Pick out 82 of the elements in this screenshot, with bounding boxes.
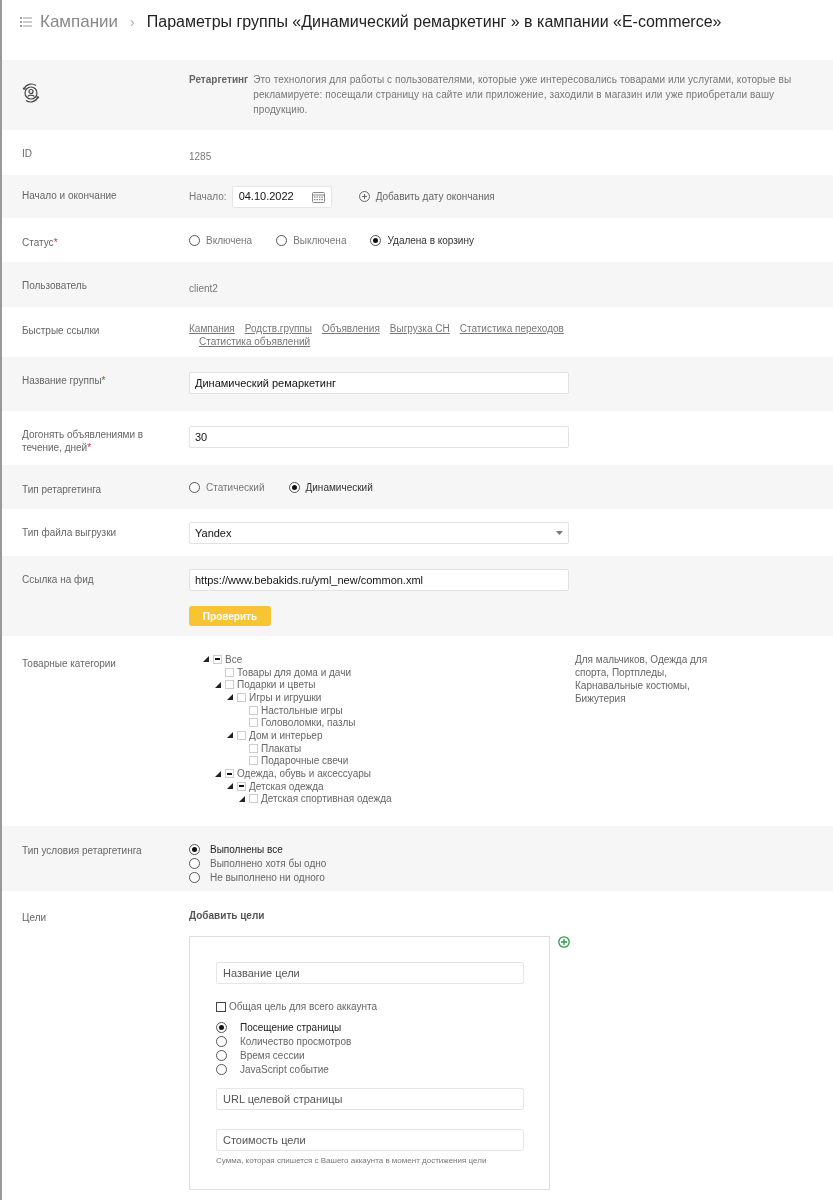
plus-icon — [358, 191, 370, 202]
radio-label[interactable]: Посещение страницы — [240, 1019, 342, 1035]
radio-button[interactable] — [370, 234, 382, 246]
info-text: Это технология для работы с пользователями, которые уже интересовались товарами или услугами, которые вы рекламируете: посещали страницу на сайте или приложение, заходили в магазин или уже приобретали вашу продукцию. — [253, 73, 793, 117]
list-icon — [20, 17, 32, 27]
radio-button[interactable] — [216, 1049, 227, 1061]
checkbox[interactable] — [216, 1001, 226, 1012]
quick-link[interactable]: Кампания — [189, 322, 235, 335]
input-field[interactable]: URL целевой страницы — [216, 1088, 524, 1110]
expander-icon[interactable] — [227, 732, 233, 739]
radio-label[interactable]: Выполнено хотя бы одно — [210, 855, 327, 871]
radio-button[interactable] — [276, 234, 288, 246]
field-label: Тип файла выгрузки — [22, 527, 117, 538]
radio-label[interactable]: Выключена — [293, 232, 347, 248]
input-field[interactable]: Стоимость цели — [216, 1129, 524, 1151]
expander-icon[interactable] — [215, 681, 221, 688]
radio-label[interactable]: Выполнены все — [210, 841, 283, 857]
expander-icon[interactable] — [227, 783, 233, 790]
expander-icon[interactable] — [203, 656, 209, 663]
field-label: Пользователь — [22, 280, 87, 291]
tree-item[interactable]: Настольные игры — [261, 702, 343, 718]
page-title: Параметры группы «Динамический ремаркетинг » в кампании «E-commerce» — [146, 12, 722, 32]
radio-button[interactable] — [189, 234, 200, 246]
file-type-select[interactable]: Yandex — [189, 522, 569, 544]
radio-button[interactable] — [189, 871, 200, 883]
radio-button[interactable] — [216, 1035, 227, 1047]
expander-icon[interactable] — [239, 795, 245, 802]
input-field[interactable]: Название цели — [216, 962, 524, 984]
field-label: Название группы* — [22, 375, 106, 386]
radio-label[interactable]: Статический — [206, 479, 265, 495]
radio-label[interactable]: Динамический — [305, 479, 373, 495]
input-field[interactable]: Динамический ремаркетинг — [189, 372, 569, 394]
field-label: Статус* — [22, 237, 58, 248]
field-label: Тип ретаргетинга — [22, 484, 102, 495]
quick-link[interactable]: Статистика переходов — [459, 322, 564, 335]
dropdown-caret-icon — [556, 531, 563, 535]
field-label: Товарные категории — [22, 658, 116, 669]
field-label: Догонять объявлениями в течение, дней* — [22, 429, 144, 453]
radio-button[interactable] — [189, 481, 200, 493]
calendar-icon — [311, 190, 325, 203]
field-label: Начало и окончание — [22, 190, 117, 201]
radio-button[interactable] — [189, 857, 200, 869]
retargeting-icon — [21, 83, 41, 103]
quick-link[interactable]: Родств.группы — [244, 322, 312, 335]
input-field[interactable]: 30 — [189, 426, 569, 448]
radio-label[interactable]: Время сессии — [240, 1047, 305, 1063]
selected-categories: Для мальчиков, Одежда для спорта, Портпледы, Карнавальные костюмы, Бижутерия — [575, 653, 709, 706]
tree-item[interactable]: Детская спортивная одежда — [261, 791, 392, 807]
field-label: Ссылка на фид — [22, 574, 94, 585]
date-field[interactable]: 04.10.2022 — [231, 185, 332, 208]
radio-label[interactable]: JavaScript событие — [240, 1061, 329, 1077]
radio-button[interactable] — [288, 481, 300, 493]
radio-button[interactable] — [216, 1021, 227, 1033]
breadcrumb-link[interactable]: Кампании — [40, 9, 119, 35]
quick-link[interactable]: Выгрузка СН — [389, 322, 450, 335]
input-field[interactable]: https://www.bebakids.ru/yml_new/common.xml — [189, 569, 569, 591]
tree-item[interactable]: Плакаты — [261, 740, 302, 756]
radio-button[interactable] — [216, 1063, 227, 1075]
start-label: Начало: — [189, 190, 227, 204]
section-heading: Добавить цели — [189, 909, 266, 923]
quick-link[interactable]: Объявления — [321, 322, 380, 335]
radio-label[interactable]: Количество просмотров — [240, 1033, 352, 1049]
field-label: ID — [22, 148, 32, 159]
radio-button[interactable] — [189, 843, 200, 855]
breadcrumb-separator: › — [129, 12, 136, 32]
quick-link[interactable]: Статистика объявлений — [199, 335, 311, 348]
field-label: Цели — [22, 912, 47, 923]
tree-item[interactable]: Товары для дома и дачи — [237, 664, 351, 680]
tree-item[interactable]: Подарочные свечи — [261, 753, 349, 769]
field-label: Быстрые ссылки — [22, 325, 100, 336]
add-icon[interactable] — [558, 936, 570, 948]
field-label: Тип условия ретаргетинга — [22, 845, 142, 856]
radio-label[interactable]: Удалена в корзину — [387, 232, 474, 248]
radio-label[interactable]: Включена — [206, 232, 253, 248]
info-title: Ретаргетинг — [189, 73, 249, 87]
expander-icon[interactable] — [215, 770, 221, 777]
tree-item[interactable]: Все — [225, 653, 243, 667]
radio-label[interactable]: Не выполнено ни одного — [210, 869, 325, 885]
expander-icon[interactable] — [227, 694, 233, 701]
hint-text: Сумма, которая спишется с Вашего аккаунта в момент достижения цели — [216, 1155, 488, 1167]
checkbox-label[interactable]: Общая цель для всего аккаунта — [229, 999, 378, 1014]
add-end-date-button[interactable]: Добавить дату окончания — [358, 189, 495, 204]
